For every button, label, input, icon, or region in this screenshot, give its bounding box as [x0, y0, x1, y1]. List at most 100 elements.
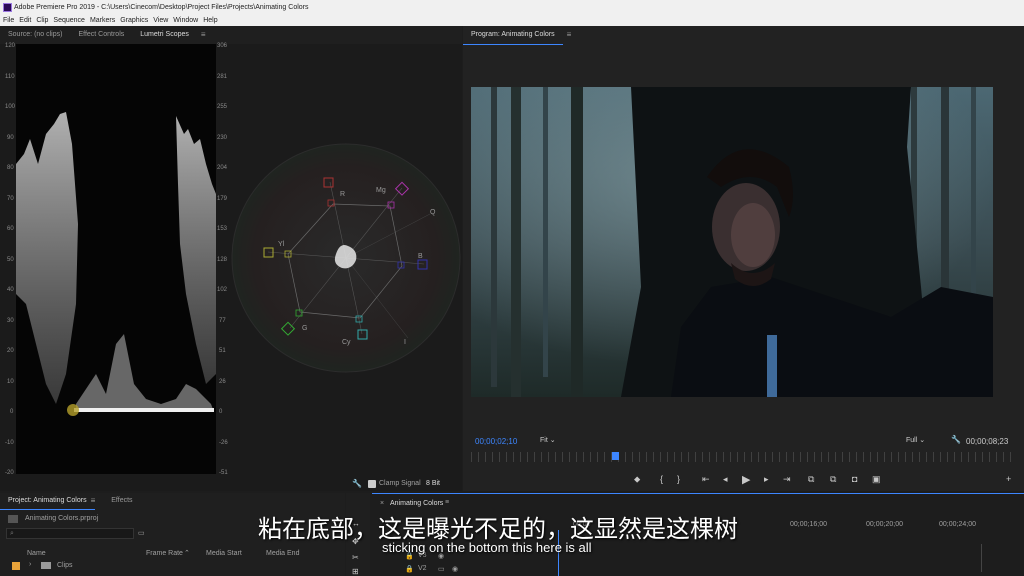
- right-axis-tick: 204: [217, 165, 228, 171]
- left-axis-tick: 110: [5, 74, 15, 80]
- tab-effects[interactable]: Effects: [103, 493, 140, 509]
- right-axis-tick: 281: [217, 74, 228, 80]
- right-axis-tick: 77: [219, 318, 226, 324]
- menu-help[interactable]: Help: [203, 15, 217, 26]
- right-axis-tick: 179: [217, 196, 228, 202]
- panel-menu-icon[interactable]: ≡: [201, 26, 206, 44]
- menu-markers[interactable]: Markers: [90, 15, 115, 26]
- tab-effect-controls[interactable]: Effect Controls: [70, 26, 132, 44]
- menu-clip[interactable]: Clip: [36, 15, 48, 26]
- left-axis-tick: 10: [7, 379, 14, 385]
- track-row: 🔒 V2 ▭ ◉: [372, 564, 982, 575]
- tab-source[interactable]: Source: (no clips): [0, 26, 70, 44]
- premiere-window: Adobe Premiere Pro 2019 - C:\Users\Cinec…: [0, 0, 1024, 576]
- wrench-icon[interactable]: 🔧: [352, 479, 362, 488]
- bit-depth-select[interactable]: 8 Bit: [426, 480, 440, 487]
- left-axis-tick: 100: [5, 104, 16, 110]
- lift-icon[interactable]: ⧉: [808, 474, 814, 485]
- column-name[interactable]: Name: [27, 550, 46, 557]
- menu-bar: File Edit Clip Sequence Markers Graphics…: [0, 15, 1024, 26]
- right-axis-tick: 0: [219, 409, 223, 415]
- left-axis-tick: -10: [5, 440, 14, 446]
- left-axis-tick: 40: [7, 287, 14, 293]
- go-to-out-icon[interactable]: ⇥: [783, 474, 791, 485]
- tab-lumetri-scopes[interactable]: Lumetri Scopes: [132, 26, 197, 45]
- project-menu-icon[interactable]: ≡: [91, 493, 96, 509]
- ruler-tick: 00;00;24;00: [939, 521, 976, 528]
- menu-window[interactable]: Window: [173, 15, 198, 26]
- go-to-in-icon[interactable]: ⇤: [702, 474, 710, 485]
- left-axis-tick: 60: [7, 226, 14, 232]
- tab-program[interactable]: Program: Animating Colors: [463, 26, 563, 45]
- extract-icon[interactable]: ⧉: [830, 474, 836, 485]
- left-axis-tick: 20: [7, 348, 14, 354]
- slip-tool-icon[interactable]: ⊞: [352, 567, 359, 576]
- timeline-tab-row: × Animating Colors ≡: [372, 494, 492, 508]
- track-label: V2: [418, 565, 427, 572]
- folder-icon: [41, 562, 51, 569]
- razor-icon[interactable]: ✂: [352, 553, 359, 562]
- play-icon[interactable]: ▶: [742, 473, 750, 486]
- playhead-marker[interactable]: [612, 452, 619, 460]
- program-time-ruler[interactable]: [471, 452, 1016, 462]
- menu-edit[interactable]: Edit: [19, 15, 31, 26]
- mark-out-icon[interactable]: }: [677, 474, 680, 484]
- settings-wrench-icon[interactable]: 🔧: [951, 435, 961, 444]
- subtitle-chinese: 粘在底部，这是曝光不足的，这显然是这棵树: [258, 515, 738, 543]
- project-file-name: Animating Colors.prproj: [25, 515, 99, 522]
- right-axis-tick: 51: [219, 348, 226, 354]
- right-axis-tick: 102: [217, 287, 228, 293]
- add-marker-icon[interactable]: ⬥: [634, 474, 640, 485]
- right-axis-tick: 230: [217, 135, 228, 141]
- comparison-view-icon[interactable]: ▣: [872, 474, 881, 485]
- title-bar: Adobe Premiere Pro 2019 - C:\Users\Cinec…: [0, 0, 1024, 15]
- step-back-icon[interactable]: ◂: [723, 474, 728, 485]
- step-forward-icon[interactable]: ▸: [764, 474, 769, 485]
- project-table-header: Name Frame Rate ⌃ Media Start Media End: [0, 548, 345, 559]
- project-file-icon: [8, 515, 18, 523]
- label-i: I: [404, 339, 406, 346]
- add-button-icon[interactable]: +: [1006, 474, 1011, 484]
- track-lock-icon[interactable]: 🔒: [405, 565, 414, 573]
- quality-select-label: Full: [906, 437, 918, 444]
- left-axis-tick: 80: [7, 165, 14, 171]
- label-b: B: [418, 253, 423, 260]
- bin-name: Clips: [57, 562, 73, 569]
- menu-view[interactable]: View: [153, 15, 168, 26]
- menu-file[interactable]: File: [3, 15, 14, 26]
- tab-project[interactable]: Project: Animating Colors: [0, 493, 95, 510]
- track-output-icon[interactable]: ▭: [438, 565, 445, 573]
- right-axis-tick: 153: [217, 226, 228, 232]
- column-media-start[interactable]: Media Start: [206, 550, 242, 557]
- menu-graphics[interactable]: Graphics: [120, 15, 148, 26]
- program-current-timecode[interactable]: 00;00;02;10: [475, 437, 517, 446]
- subtitle-english: sticking on the bottom this here is all: [382, 540, 592, 555]
- label-mg: Mg: [376, 187, 386, 194]
- quality-select[interactable]: Full ⌄: [906, 436, 925, 444]
- left-axis-tick: 120: [5, 43, 16, 49]
- bin-color-label: [12, 562, 20, 570]
- project-search-input[interactable]: ⌕: [6, 528, 134, 539]
- column-media-end[interactable]: Media End: [266, 550, 299, 557]
- clamp-signal-label: Clamp Signal: [379, 480, 421, 487]
- list-item[interactable]: › Clips: [0, 561, 345, 573]
- track-visibility-icon[interactable]: ◉: [452, 565, 458, 573]
- menu-sequence[interactable]: Sequence: [53, 15, 85, 26]
- right-axis-tick: 306: [217, 43, 228, 49]
- new-bin-icon[interactable]: ▭: [138, 529, 145, 537]
- clamp-signal-checkbox[interactable]: [368, 480, 376, 488]
- vectorscope: R Mg B Cy G Yl Q I: [231, 143, 461, 373]
- timeline-menu-icon[interactable]: ≡: [445, 496, 449, 510]
- premiere-app-icon: [3, 3, 12, 12]
- lumetri-scopes-panel: Source: (no clips) Effect Controls Lumet…: [0, 26, 462, 491]
- ruler-tick: 00;00;20;00: [866, 521, 903, 528]
- fit-select[interactable]: Fit ⌄: [540, 436, 556, 444]
- window-title: Adobe Premiere Pro 2019 - C:\Users\Cinec…: [14, 4, 309, 11]
- mark-in-icon[interactable]: {: [660, 474, 663, 484]
- expand-arrow-icon[interactable]: ›: [29, 561, 31, 568]
- sort-up-icon[interactable]: ⌃: [184, 549, 190, 557]
- column-frame-rate[interactable]: Frame Rate: [146, 550, 183, 557]
- program-duration-timecode: 00;00;08;23: [966, 437, 1009, 446]
- program-menu-icon[interactable]: ≡: [567, 26, 572, 44]
- export-frame-icon[interactable]: ◘: [852, 474, 857, 484]
